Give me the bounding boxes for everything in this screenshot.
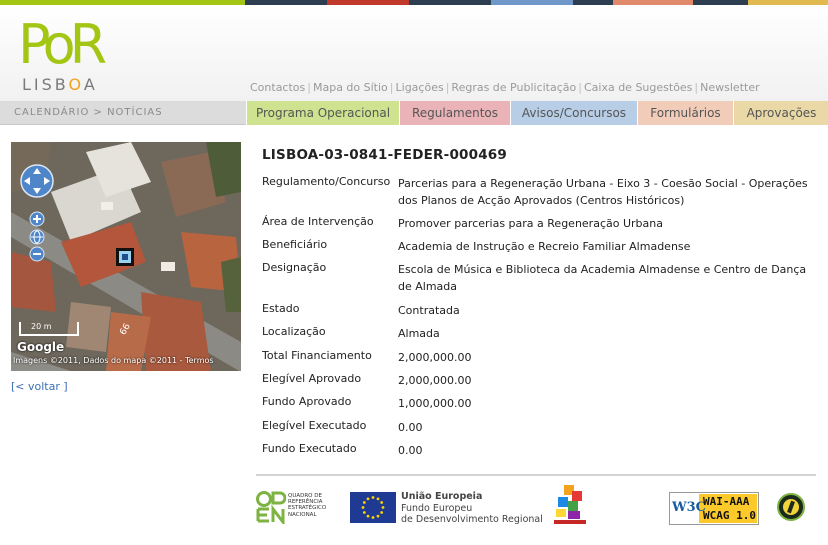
w3c-text: W3C [672, 500, 706, 515]
cube-logo-icon[interactable] [554, 485, 586, 525]
eu-star [380, 501, 384, 504]
link-caixa-sugestoes[interactable]: Caixa de Sugestões [584, 81, 692, 94]
eu-star [376, 514, 380, 518]
footer-divider [256, 474, 816, 476]
link-contactos[interactable]: Contactos [250, 81, 305, 94]
eu-star [380, 511, 384, 514]
eu-star [366, 497, 370, 501]
link-newsletter[interactable]: Newsletter [700, 81, 759, 94]
detail-label: Estado [262, 302, 300, 315]
back-link[interactable]: [< voltar ] [11, 380, 68, 393]
por-lisboa-logo[interactable]: PoR LISBOA [18, 13, 118, 95]
pan-control-icon[interactable] [19, 163, 55, 199]
detail-value: Escola de Música e Biblioteca da Academi… [398, 263, 807, 293]
logo-word-lisboa: LISBOA [22, 75, 98, 94]
logo-word-por: PoR [18, 13, 110, 71]
breadcrumb[interactable]: CALENDÁRIO > NOTÍCIAS [14, 107, 163, 118]
google-logo[interactable]: Google [17, 340, 64, 354]
svg-text:PoR: PoR [18, 13, 106, 71]
tab-regulamentos[interactable]: Regulamentos [399, 101, 510, 125]
link-regras-publicitacao[interactable]: Regras de Publicitação [451, 81, 576, 94]
detail-value: 0.00 [398, 444, 423, 457]
eu-star [362, 511, 366, 514]
detail-value: 0.00 [398, 421, 423, 434]
detail-label: Beneficiário [262, 238, 328, 251]
map-scale-label: 20 m [31, 322, 52, 331]
main-nav: CALENDÁRIO > NOTÍCIAS Programa Operacion… [0, 101, 828, 125]
tab-formularios[interactable]: Formulários [637, 101, 733, 125]
eu-star [381, 506, 385, 509]
detail-value: 2,000,000.00 [398, 351, 472, 364]
detail-label: Total Financiamento [262, 349, 372, 362]
detail-value: Almada [398, 327, 440, 340]
eu-star [371, 496, 375, 499]
eu-star [361, 506, 365, 509]
qren-mark-icon [256, 491, 287, 527]
detail-label: Localização [262, 325, 326, 338]
map-scale-bar: 20 m [19, 322, 79, 336]
map-marker-icon[interactable] [115, 247, 135, 267]
wcag-level-text: WAI-AAA [703, 495, 750, 508]
detail-value: Promover parcerias para a Regeneração Ur… [398, 217, 663, 230]
eu-star [371, 516, 375, 519]
eu-feder-logo[interactable]: União Europeia Fundo Europeu de Desenvol… [350, 490, 543, 526]
link-ligacoes[interactable]: Ligações [396, 81, 444, 94]
eu-text: União Europeia Fundo Europeu de Desenvol… [401, 491, 543, 525]
detail-label: Área de Intervenção [262, 215, 374, 228]
qren-text: Quadro de Referência Estratégico Naciona… [288, 493, 327, 518]
detail-value: Academia de Instrução e Recreio Familiar… [398, 240, 691, 253]
detail-label: Designação [262, 261, 327, 274]
tab-aprovacoes[interactable]: Aprovações [733, 101, 828, 125]
detail-label: Fundo Aprovado [262, 395, 352, 408]
globe-icon[interactable] [29, 229, 45, 245]
detail-label: Fundo Executado [262, 442, 357, 455]
detail-label: Regulamento/Concurso [262, 175, 391, 188]
qren-logo[interactable]: Quadro de Referência Estratégico Naciona… [256, 490, 327, 527]
detail-value: Parcerias para a Regeneração Urbana - Ei… [398, 177, 808, 207]
nav-tabs: Programa Operacional Regulamentos Avisos… [246, 101, 828, 125]
detail-label: Elegível Executado [262, 419, 367, 432]
tab-programa-operacional[interactable]: Programa Operacional [246, 101, 399, 125]
link-mapa-do-sitio[interactable]: Mapa do Sítio [313, 81, 388, 94]
site-header: PoR LISBOA Contactos | Mapa do Sítio | Ligaç… [0, 5, 828, 101]
detail-value: 2,000,000.00 [398, 374, 472, 387]
eu-star [366, 514, 370, 518]
eu-flag-icon [350, 492, 396, 523]
header-links: Contactos | Mapa do Sítio | Ligações | Regras … [250, 81, 760, 94]
accessibility-icon[interactable] [777, 493, 805, 521]
project-code: LISBOA-03-0841-FEDER-000469 [262, 147, 507, 163]
eu-star [376, 497, 380, 501]
detail-label: Elegível Aprovado [262, 372, 362, 385]
map-attribution[interactable]: Imagens ©2011, Dados do mapa ©2011 - Ter… [13, 356, 241, 365]
detail-value: 1,000,000.00 [398, 397, 472, 410]
w3c-wcag-badge[interactable]: W3C WAI-AAA WCAG 1.0 [669, 492, 759, 525]
detail-value: Contratada [398, 304, 460, 317]
eu-star [362, 501, 366, 504]
wcag-version-text: WCAG 1.0 [703, 509, 756, 522]
zoom-out-icon[interactable] [29, 246, 45, 262]
zoom-in-icon[interactable] [29, 211, 45, 227]
tab-avisos-concursos[interactable]: Avisos/Concursos [510, 101, 637, 125]
location-map[interactable]: 66 20 m Google Imagens ©2011, Dados do m… [11, 142, 241, 371]
